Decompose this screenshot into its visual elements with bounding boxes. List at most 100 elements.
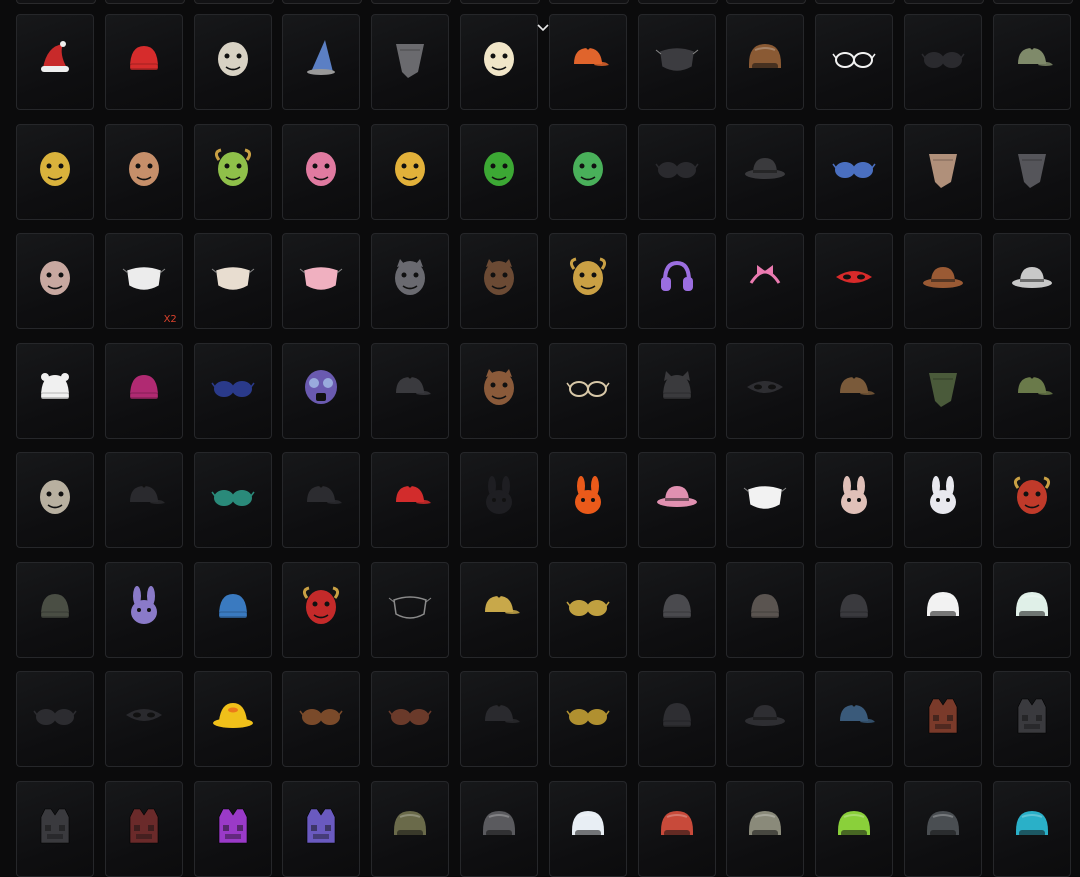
inventory-slot[interactable] <box>193 561 272 658</box>
inventory-slot[interactable] <box>193 342 272 439</box>
inventory-slot[interactable] <box>371 342 450 439</box>
inventory-slot[interactable] <box>726 123 805 220</box>
inventory-slot[interactable] <box>104 452 183 548</box>
inventory-slot[interactable] <box>282 561 361 658</box>
sunglasses-icon <box>921 52 965 69</box>
inventory-slot[interactable] <box>460 123 538 220</box>
inventory-slot[interactable] <box>992 233 1071 329</box>
inventory-slot[interactable] <box>726 561 805 658</box>
inventory-slot[interactable] <box>371 780 450 877</box>
inventory-slot[interactable] <box>460 14 538 110</box>
inventory-slot[interactable] <box>460 233 538 329</box>
inventory-slot[interactable] <box>548 233 627 329</box>
inventory-slot[interactable] <box>992 780 1071 877</box>
inventory-slot[interactable] <box>104 561 183 658</box>
cap-icon <box>840 703 876 724</box>
inventory-slot[interactable] <box>815 452 894 548</box>
inventory-slot[interactable] <box>371 14 450 110</box>
inventory-slot[interactable] <box>992 671 1071 767</box>
inventory-slot[interactable] <box>282 14 361 110</box>
inventory-slot[interactable] <box>815 561 894 658</box>
inventory-slot[interactable] <box>193 123 272 220</box>
inventory-slot[interactable] <box>193 452 272 548</box>
inventory-slot[interactable] <box>16 780 94 877</box>
inventory-slot[interactable] <box>992 452 1071 548</box>
inventory-slot[interactable] <box>460 671 538 767</box>
inventory-slot[interactable] <box>637 452 716 548</box>
inventory-slot[interactable] <box>16 671 94 767</box>
inventory-slot[interactable] <box>726 233 805 329</box>
inventory-slot[interactable] <box>992 342 1071 439</box>
inventory-slot[interactable] <box>282 123 361 220</box>
inventory-slot[interactable] <box>371 671 450 767</box>
inventory-slot[interactable] <box>637 561 716 658</box>
inventory-slot[interactable] <box>104 14 183 110</box>
inventory-slot[interactable] <box>282 452 361 548</box>
inventory-slot[interactable] <box>904 561 982 658</box>
inventory-slot[interactable] <box>992 14 1071 110</box>
inventory-slot[interactable] <box>548 561 627 658</box>
inventory-slot[interactable] <box>460 452 538 548</box>
inventory-slot[interactable] <box>815 233 894 329</box>
inventory-slot[interactable] <box>815 780 894 877</box>
inventory-slot[interactable] <box>726 342 805 439</box>
inventory-slot[interactable] <box>904 671 982 767</box>
inventory-slot[interactable] <box>193 233 272 329</box>
inventory-slot[interactable] <box>904 452 982 548</box>
inventory-slot[interactable] <box>992 123 1071 220</box>
inventory-slot[interactable] <box>282 780 361 877</box>
inventory-slot[interactable] <box>726 780 805 877</box>
inventory-slot[interactable] <box>16 342 94 439</box>
inventory-slot[interactable] <box>637 671 716 767</box>
inventory-slot[interactable] <box>904 342 982 439</box>
inventory-slot[interactable] <box>460 561 538 658</box>
inventory-slot[interactable] <box>904 123 982 220</box>
inventory-slot[interactable] <box>104 123 183 220</box>
inventory-slot[interactable] <box>548 780 627 877</box>
inventory-slot[interactable] <box>548 342 627 439</box>
inventory-slot[interactable] <box>16 123 94 220</box>
inventory-slot[interactable] <box>815 342 894 439</box>
chevron-down-icon[interactable] <box>536 22 550 34</box>
inventory-slot[interactable] <box>548 452 627 548</box>
inventory-slot[interactable] <box>193 14 272 110</box>
inventory-slot[interactable] <box>282 671 361 767</box>
inventory-slot[interactable] <box>193 780 272 877</box>
inventory-slot[interactable] <box>104 342 183 439</box>
inventory-slot[interactable] <box>193 671 272 767</box>
inventory-slot[interactable] <box>371 123 450 220</box>
inventory-slot[interactable] <box>726 671 805 767</box>
inventory-slot[interactable] <box>282 233 361 329</box>
inventory-slot[interactable] <box>815 14 894 110</box>
inventory-slot[interactable] <box>548 671 627 767</box>
inventory-slot[interactable] <box>371 561 450 658</box>
inventory-slot[interactable] <box>548 14 627 110</box>
inventory-slot[interactable] <box>16 452 94 548</box>
inventory-slot[interactable] <box>104 671 183 767</box>
inventory-slot[interactable] <box>16 233 94 329</box>
inventory-slot[interactable] <box>904 780 982 877</box>
hockey-mask-icon <box>40 261 70 296</box>
inventory-slot[interactable] <box>815 671 894 767</box>
inventory-slot[interactable] <box>371 233 450 329</box>
inventory-slot[interactable] <box>815 123 894 220</box>
inventory-slot[interactable] <box>904 14 982 110</box>
inventory-slot[interactable] <box>282 342 361 439</box>
inventory-slot[interactable] <box>16 561 94 658</box>
inventory-slot[interactable] <box>637 123 716 220</box>
inventory-slot[interactable] <box>16 14 94 110</box>
inventory-slot[interactable] <box>548 123 627 220</box>
inventory-slot[interactable] <box>637 342 716 439</box>
inventory-slot[interactable] <box>637 14 716 110</box>
inventory-slot[interactable] <box>726 14 805 110</box>
inventory-slot[interactable] <box>637 780 716 877</box>
inventory-slot[interactable]: X2 <box>104 233 183 329</box>
inventory-slot[interactable] <box>637 233 716 329</box>
inventory-slot[interactable] <box>460 342 538 439</box>
inventory-slot[interactable] <box>104 780 183 877</box>
inventory-slot[interactable] <box>992 561 1071 658</box>
inventory-slot[interactable] <box>904 233 982 329</box>
inventory-slot[interactable] <box>460 780 538 877</box>
inventory-slot[interactable] <box>726 452 805 548</box>
inventory-slot[interactable] <box>371 452 450 548</box>
